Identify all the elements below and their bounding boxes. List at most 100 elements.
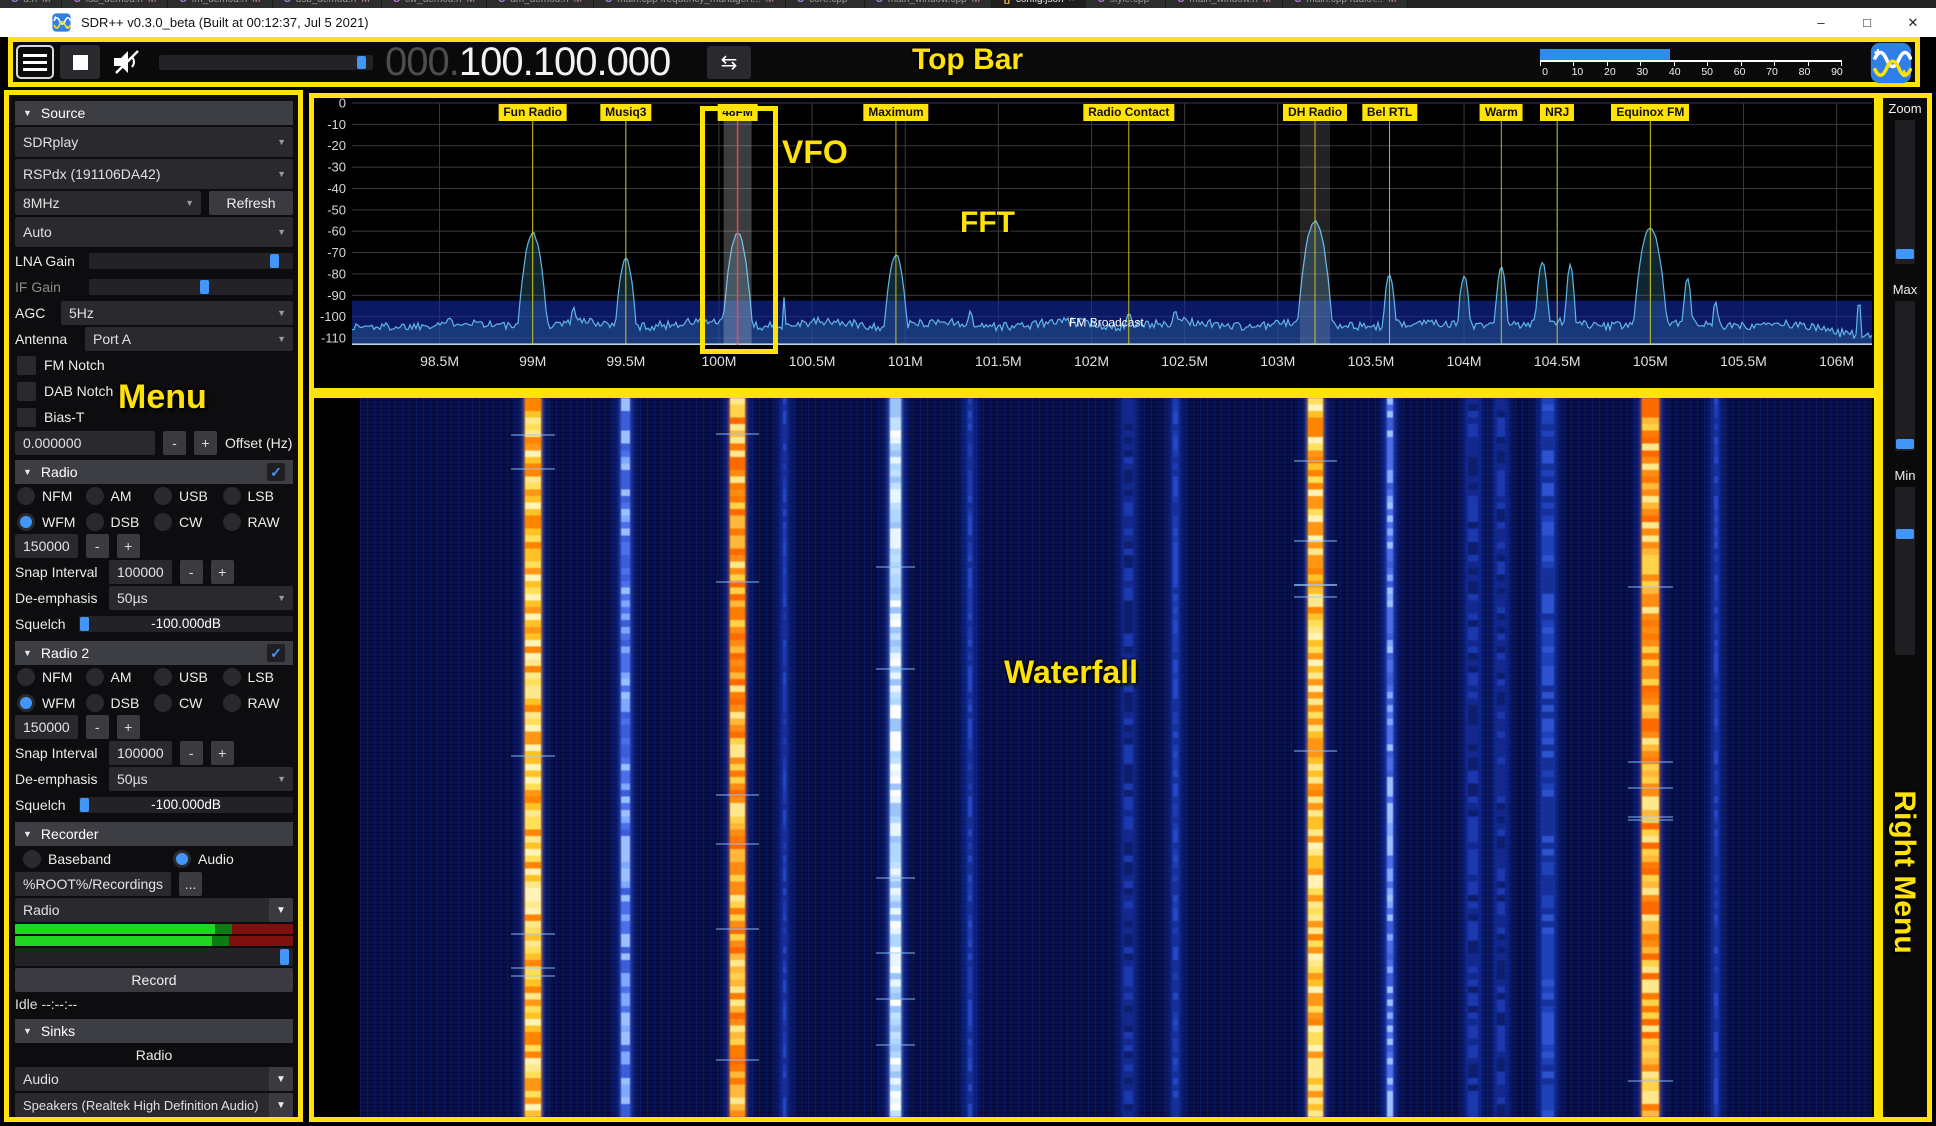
editor-tab[interactable]: Cam_demod.hM — [487, 0, 594, 8]
zoom-slider[interactable] — [1895, 120, 1915, 264]
sink-device-select[interactable]: Speakers (Realtek High Definition Audio)… — [15, 1093, 293, 1117]
snap2-plus-button[interactable]: + — [211, 741, 234, 765]
recorder-stream-select[interactable]: Radio▼ — [15, 898, 293, 922]
snap-interval-input[interactable]: 100000 — [109, 560, 172, 584]
sink-type-select[interactable]: Audio▼ — [15, 1067, 293, 1091]
mute-speaker-icon[interactable] — [106, 47, 148, 77]
editor-tab[interactable]: Cusb_demod.hM — [273, 0, 382, 8]
radio2-bandwidth-input[interactable]: 150000 — [15, 715, 78, 739]
snap2-minus-button[interactable]: - — [180, 741, 203, 765]
snap-minus-button[interactable]: - — [180, 560, 203, 584]
editor-tab[interactable]: Cstyle.cpp — [1086, 0, 1166, 8]
offset-plus-button[interactable]: + — [194, 431, 217, 455]
mode-audio[interactable]: Audio — [173, 850, 285, 868]
mode-baseband[interactable]: Baseband — [23, 850, 173, 868]
recorder-section-header[interactable]: ▼Recorder — [15, 822, 293, 846]
editor-tab[interactable]: Cmain.cpp radio\...M — [1283, 0, 1408, 8]
mode-dsb[interactable]: DSB — [86, 694, 155, 712]
bandwidth-plus-button[interactable]: + — [117, 534, 140, 558]
mode-usb[interactable]: USB — [154, 487, 223, 505]
minimize-button[interactable]: – — [1798, 8, 1844, 37]
max-slider[interactable] — [1895, 301, 1915, 451]
editor-tab[interactable]: Ccore.cpp — [786, 0, 865, 8]
min-slider-handle[interactable] — [1896, 529, 1914, 539]
bandwidth2-plus-button[interactable]: + — [117, 715, 140, 739]
radio-bandwidth-input[interactable]: 150000 — [15, 534, 78, 558]
editor-tab[interactable]: Ccw_demod.hM — [382, 0, 487, 8]
mode-am[interactable]: AM — [86, 668, 155, 686]
snap2-interval-input[interactable]: 100000 — [109, 741, 172, 765]
lna-gain-handle[interactable] — [270, 254, 279, 268]
bias-t-checkbox[interactable] — [17, 408, 36, 427]
mode-nfm[interactable]: NFM — [17, 487, 86, 505]
mode-wfm[interactable]: WFM — [17, 694, 86, 712]
source-device-select[interactable]: RSPdx (191106DA42)▼ — [15, 159, 293, 189]
mode-dsb[interactable]: DSB — [86, 513, 155, 531]
editor-tab[interactable]: {}config.json× — [992, 0, 1086, 8]
fft-plot[interactable]: 0-10-20-30-40-50-60-70-80-90-100-11098.5… — [314, 98, 1874, 388]
hamburger-menu-icon[interactable] — [16, 45, 54, 79]
mode-raw[interactable]: RAW — [223, 694, 292, 712]
close-icon[interactable]: × — [1069, 0, 1075, 5]
deemphasis-select[interactable]: 50µs▼ — [109, 586, 293, 610]
offset-input[interactable]: 0.000000 — [15, 431, 155, 455]
snap-plus-button[interactable]: + — [211, 560, 234, 584]
volume-slider-handle[interactable] — [357, 56, 366, 69]
editor-tab[interactable]: Cisb_demod.hM — [62, 0, 168, 8]
recordings-path-input[interactable]: %ROOT%/Recordings — [15, 872, 171, 896]
mode-nfm[interactable]: NFM — [17, 668, 86, 686]
samplerate-select[interactable]: 8MHz▼ — [15, 191, 201, 215]
mode-cw[interactable]: CW — [154, 694, 223, 712]
deemphasis2-select[interactable]: 50µs▼ — [109, 767, 293, 791]
if-gain-handle[interactable] — [200, 280, 209, 294]
waterfall-display[interactable] — [314, 398, 1874, 1117]
stop-button[interactable] — [60, 45, 100, 79]
recorder-volume-slider[interactable] — [15, 948, 293, 966]
swap-vfo-icon[interactable]: ⇆ — [707, 46, 751, 79]
editor-tab[interactable]: Cd.hM — [0, 0, 62, 8]
gain-mode-select[interactable]: Auto▼ — [15, 217, 293, 247]
zoom-slider-handle[interactable] — [1896, 249, 1914, 259]
mode-cw[interactable]: CW — [154, 513, 223, 531]
record-button[interactable]: Record — [15, 968, 293, 992]
agc-select[interactable]: 5Hz▼ — [61, 301, 293, 325]
mode-lsb[interactable]: LSB — [223, 487, 292, 505]
bandwidth2-minus-button[interactable]: - — [86, 715, 109, 739]
radio2-section-header[interactable]: ▼Radio 2✓ — [15, 641, 293, 665]
sinks-section-header[interactable]: ▼Sinks — [15, 1019, 293, 1043]
editor-tab[interactable]: Cmain_window.cppM — [865, 0, 993, 8]
frequency-display[interactable]: 000.100.100.000 — [385, 39, 670, 85]
source-section-header[interactable]: ▼Source — [15, 101, 293, 125]
recorder-volume-handle[interactable] — [280, 949, 289, 965]
radio2-enabled-checkbox[interactable]: ✓ — [267, 644, 285, 662]
volume-slider[interactable] — [159, 55, 373, 70]
mode-raw[interactable]: RAW — [223, 513, 292, 531]
max-slider-handle[interactable] — [1896, 439, 1914, 449]
bandwidth-minus-button[interactable]: - — [86, 534, 109, 558]
lna-gain-slider[interactable] — [89, 253, 293, 269]
antenna-select[interactable]: Port A▼ — [85, 327, 293, 351]
dab-notch-checkbox[interactable] — [17, 382, 36, 401]
browse-button[interactable]: ... — [179, 872, 202, 896]
fft-display[interactable]: 0-10-20-30-40-50-60-70-80-90-100-11098.5… — [314, 98, 1874, 388]
radio-enabled-checkbox[interactable]: ✓ — [267, 463, 285, 481]
squelch-slider[interactable]: -100.000dB — [79, 616, 293, 632]
source-driver-select[interactable]: SDRplay▼ — [15, 127, 293, 157]
min-slider[interactable] — [1895, 487, 1915, 655]
if-gain-slider[interactable] — [89, 279, 293, 295]
mode-usb[interactable]: USB — [154, 668, 223, 686]
maximize-button[interactable]: □ — [1844, 8, 1890, 37]
refresh-button[interactable]: Refresh — [209, 191, 293, 215]
close-button[interactable]: ✕ — [1890, 8, 1936, 37]
waterfall-data[interactable] — [360, 398, 1872, 1117]
mode-wfm[interactable]: WFM — [17, 513, 86, 531]
offset-minus-button[interactable]: - — [163, 431, 186, 455]
editor-tab[interactable]: Cfm_demod.hM — [168, 0, 272, 8]
editor-tab[interactable]: Cmain_window.hM — [1166, 0, 1283, 8]
mode-lsb[interactable]: LSB — [223, 668, 292, 686]
editor-tab[interactable]: Cmain.cpp frequency_manager\...M — [594, 0, 786, 8]
fm-notch-checkbox[interactable] — [17, 356, 36, 375]
mode-am[interactable]: AM — [86, 487, 155, 505]
squelch2-slider[interactable]: -100.000dB — [79, 797, 293, 813]
radio-section-header[interactable]: ▼Radio✓ — [15, 460, 293, 484]
